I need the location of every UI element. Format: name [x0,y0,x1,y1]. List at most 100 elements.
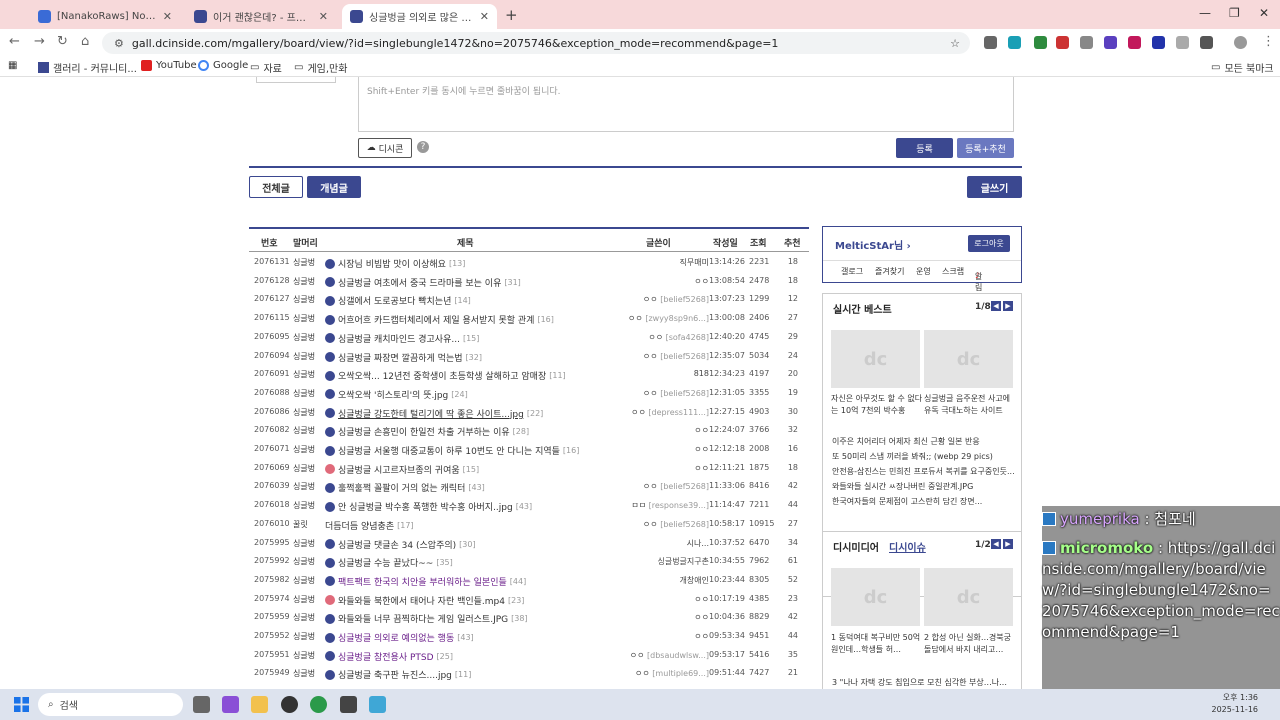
post-title[interactable]: 와들와들 너무 끔찍하다는 게임 일러스트.JPG [38] [325,612,610,625]
reply-count[interactable]: [13] [449,259,465,268]
reply-count[interactable]: [22] [527,409,543,418]
post-writer[interactable]: ㅇㅇ [609,612,709,623]
best-list-item[interactable]: 와들와들 실시간 ㅆ장나버린 중일관계.JPG [832,481,1017,492]
post-writer[interactable]: ㅇㅇ [zwyy8sp9n6...] [609,313,709,324]
post-title[interactable]: 어흐어흐 카드캡터체리에서 제일 용서받지 못할 관계 [16] [325,313,610,326]
post-title[interactable]: 시장님 비빔밥 맛이 이상해요 [13] [325,257,610,270]
next-icon[interactable]: ▶ [1003,301,1013,311]
reply-count[interactable]: [43] [468,483,484,492]
post-writer[interactable]: ㅇㅇ [dbsaudwlsw...] [609,650,709,661]
tab-2[interactable]: 이거 괜찮은데? - 프리파라 갤러 ✕ [186,4,336,29]
post-title[interactable]: 싱글벙글 의외로 예의없는 행동 [43] [325,631,610,644]
post-title[interactable]: 훌쩍훌쩍 꼴팔이 거의 없는 캐릭터 [43] [325,481,610,494]
home-icon[interactable]: ⌂ [81,34,89,49]
logout-button[interactable]: 로그아웃 [968,235,1010,252]
reply-count[interactable]: [11] [455,670,471,679]
table-row[interactable]: 2076069 싱글벙 싱글벙글 시고르자브종의 귀여움 [15] ㅇㅇ 12:11:2… [249,459,809,478]
menu-dots-icon[interactable]: ⋮ [1262,34,1275,49]
extension-icon[interactable] [984,36,997,49]
thumbnail[interactable]: dc [924,568,1013,626]
next-icon[interactable]: ▶ [1003,539,1013,549]
best-list-item[interactable]: 또 50미리 스냅 끼러을 봐줘;; (webp 29 pics) [832,451,1017,462]
user-name[interactable]: MelticStAr님 › [835,237,911,252]
bookmark-folder[interactable]: ▭ 자료 [250,60,282,75]
extension-icon[interactable] [1152,36,1165,49]
table-row[interactable]: 2076082 싱글벙 싱글벙글 손흥민이 한일전 차출 거부하는 이유 [28] ㅇㅇ… [249,421,809,440]
extension-icon[interactable] [1034,36,1047,49]
table-row[interactable]: 2076086 싱글벙 싱글벙글 강도한테 털리기에 딱 좋은 사이트...jpg[… [249,403,809,422]
thumbnail[interactable]: dc [924,330,1013,388]
thumbnail[interactable]: dc [831,568,920,626]
best-caption[interactable]: 싱글벙글 음주운전 사고에 유독 극대노하는 사이트 [924,393,1016,417]
extension-icon[interactable] [1128,36,1141,49]
apps-grid-icon[interactable]: ▦ [8,60,17,71]
reply-count[interactable]: [31] [504,278,520,287]
table-row[interactable]: 2076128 싱글벙 싱글벙글 여초에서 중국 드라마를 보는 이유 [31] ㅇㅇ … [249,272,809,291]
forward-icon[interactable]: → [34,34,45,49]
write-button[interactable]: 글쓰기 [967,176,1022,198]
best-caption[interactable]: 자신은 아무것도 할 수 없다는 10억 7천의 박수홍 [831,393,923,417]
table-row[interactable]: 2076115 싱글벙 어흐어흐 카드캡터체리에서 제일 용서받지 못할 관계 [16… [249,309,809,328]
best-list-item[interactable]: 한국여자들의 문제점이 고스란히 담긴 장면... [832,496,1017,507]
reply-count[interactable]: [14] [454,296,470,305]
extension-icon[interactable] [1104,36,1117,49]
post-writer[interactable]: 개창애인 [609,575,709,586]
reply-count[interactable]: [30] [459,540,475,549]
reply-count[interactable]: [35] [436,558,452,567]
app-icon[interactable] [369,696,386,713]
menu-favorites[interactable]: 즐겨찾기 [875,266,904,277]
bookmark-item[interactable]: Google [198,60,248,71]
reply-count[interactable]: [15] [463,334,479,343]
post-writer[interactable]: ㅇㅇ [belief5268] [609,388,709,399]
clock[interactable]: 오후 1:36 2025-11-16 [1212,692,1259,716]
table-row[interactable]: 2075982 싱글벙 팩트팩트 한국의 치안을 부러워하는 일본인들 [44] 개창애… [249,571,809,590]
extensions-puzzle-icon[interactable] [1200,36,1213,49]
post-title[interactable]: 싱글벙글 서울행 대중교통이 하루 10번도 안 다니는 지역들 [16] [325,444,610,457]
site-info-icon[interactable]: ⚙ [114,37,124,50]
table-row[interactable]: 2075959 싱글벙 와들와들 너무 끔찍하다는 게임 일러스트.JPG [38] ㅇ… [249,608,809,627]
maximize-icon[interactable]: ❐ [1229,6,1240,20]
post-title[interactable]: 싱글벙글 댓글손 34 (스압주의) [30] [325,538,610,551]
post-writer[interactable]: ㅇㅇ [609,631,709,642]
table-row[interactable]: 2075952 싱글벙 싱글벙글 의외로 예의없는 행동 [43] ㅇㅇ 09:53:3… [249,627,809,646]
table-row[interactable]: 2076010 꿀릿 더듬더듬 양념충촌 [17] ㅇㅇ [belief5268] 10:… [249,515,809,534]
tab-3-active[interactable]: 싱글벙글 의외로 많은 싱붕이들 ✕ [342,4,497,29]
post-title[interactable]: 싱글벙글 여초에서 중국 드라마를 보는 이유 [31] [325,276,610,289]
reply-count[interactable]: [43] [516,502,532,511]
post-writer[interactable]: ㅇㅇ [belief5268] [609,519,709,530]
reply-count[interactable]: [17] [397,521,413,530]
reply-count[interactable]: [44] [510,577,526,586]
post-title[interactable]: 싱글벙글 손흥민이 한일전 차출 거부하는 이유 [28] [325,425,610,438]
reply-count[interactable]: [28] [513,427,529,436]
taskbar-search[interactable]: ⌕ 검색 [38,693,183,716]
comment-textarea[interactable]: Shift+Enter 키를 동시에 누르면 줄바꿈이 됩니다. [358,77,1014,132]
file-explorer-icon[interactable] [251,696,268,713]
table-row[interactable]: 2076131 싱글벙 시장님 비빔밥 맛이 이상해요 [13] 직무매미 13:14:… [249,253,809,272]
tab-1[interactable]: [NanakoRaws] Nohara Hiroshi ✕ [30,4,180,29]
table-row[interactable]: 2075949 싱글벙 싱글벙글 축구판 뉴진스....jpg [11] ㅇㅇ [mul… [249,664,809,683]
post-writer[interactable]: 직무매미 [609,257,709,268]
window-close-icon[interactable]: ✕ [1259,6,1269,20]
best-list-item[interactable]: 이주은 치어리더 어제자 최신 근황 일본 반응 [832,436,1017,447]
media-caption[interactable]: 2 합성 아닌 실화…경북궁 돌담에서 바지 내리고… [924,632,1016,656]
table-row[interactable]: 2076018 싱글벙 안 싱글벙글 박수홍 폭행한 박수홍 아버지..jpg [43… [249,496,809,515]
post-writer[interactable]: ㅇㅇ [belief5268] [609,351,709,362]
post-title[interactable]: 싱글벙글 강도한테 털리기에 딱 좋은 사이트...jpg [22] [325,407,610,420]
close-icon[interactable]: ✕ [480,10,489,23]
table-row[interactable]: 2076071 싱글벙 싱글벙글 서울행 대중교통이 하루 10번도 안 다니는 지… [249,440,809,459]
table-row[interactable]: 2076039 싱글벙 훌쩍훌쩍 꼴팔이 거의 없는 캐릭터 [43] ㅇㅇ [beli… [249,477,809,496]
post-writer[interactable]: 818 [609,369,709,378]
close-icon[interactable]: ✕ [319,10,328,23]
reply-count[interactable]: [32] [466,353,482,362]
reply-count[interactable]: [24] [451,390,467,399]
menu-gallog[interactable]: 갤로그 [841,266,863,277]
post-writer[interactable]: ㅇㅇ [depress111...] [609,407,709,418]
table-row[interactable]: 2075974 싱글벙 와들와들 북한에서 태어나 자란 백인들.mp4 [23] ㅇㅇ… [249,590,809,609]
post-writer[interactable]: ㅇㅇ [609,276,709,287]
tab-recommended[interactable]: 개념글 [307,176,361,198]
minimize-icon[interactable]: — [1199,6,1211,20]
reply-count[interactable]: [16] [537,315,553,324]
post-title[interactable]: 싱글벙글 축구판 뉴진스....jpg [11] [325,668,610,681]
bookmark-item[interactable]: 갤러리 - 커뮤니티... [38,60,137,75]
thumbnail[interactable]: dc [831,330,920,388]
